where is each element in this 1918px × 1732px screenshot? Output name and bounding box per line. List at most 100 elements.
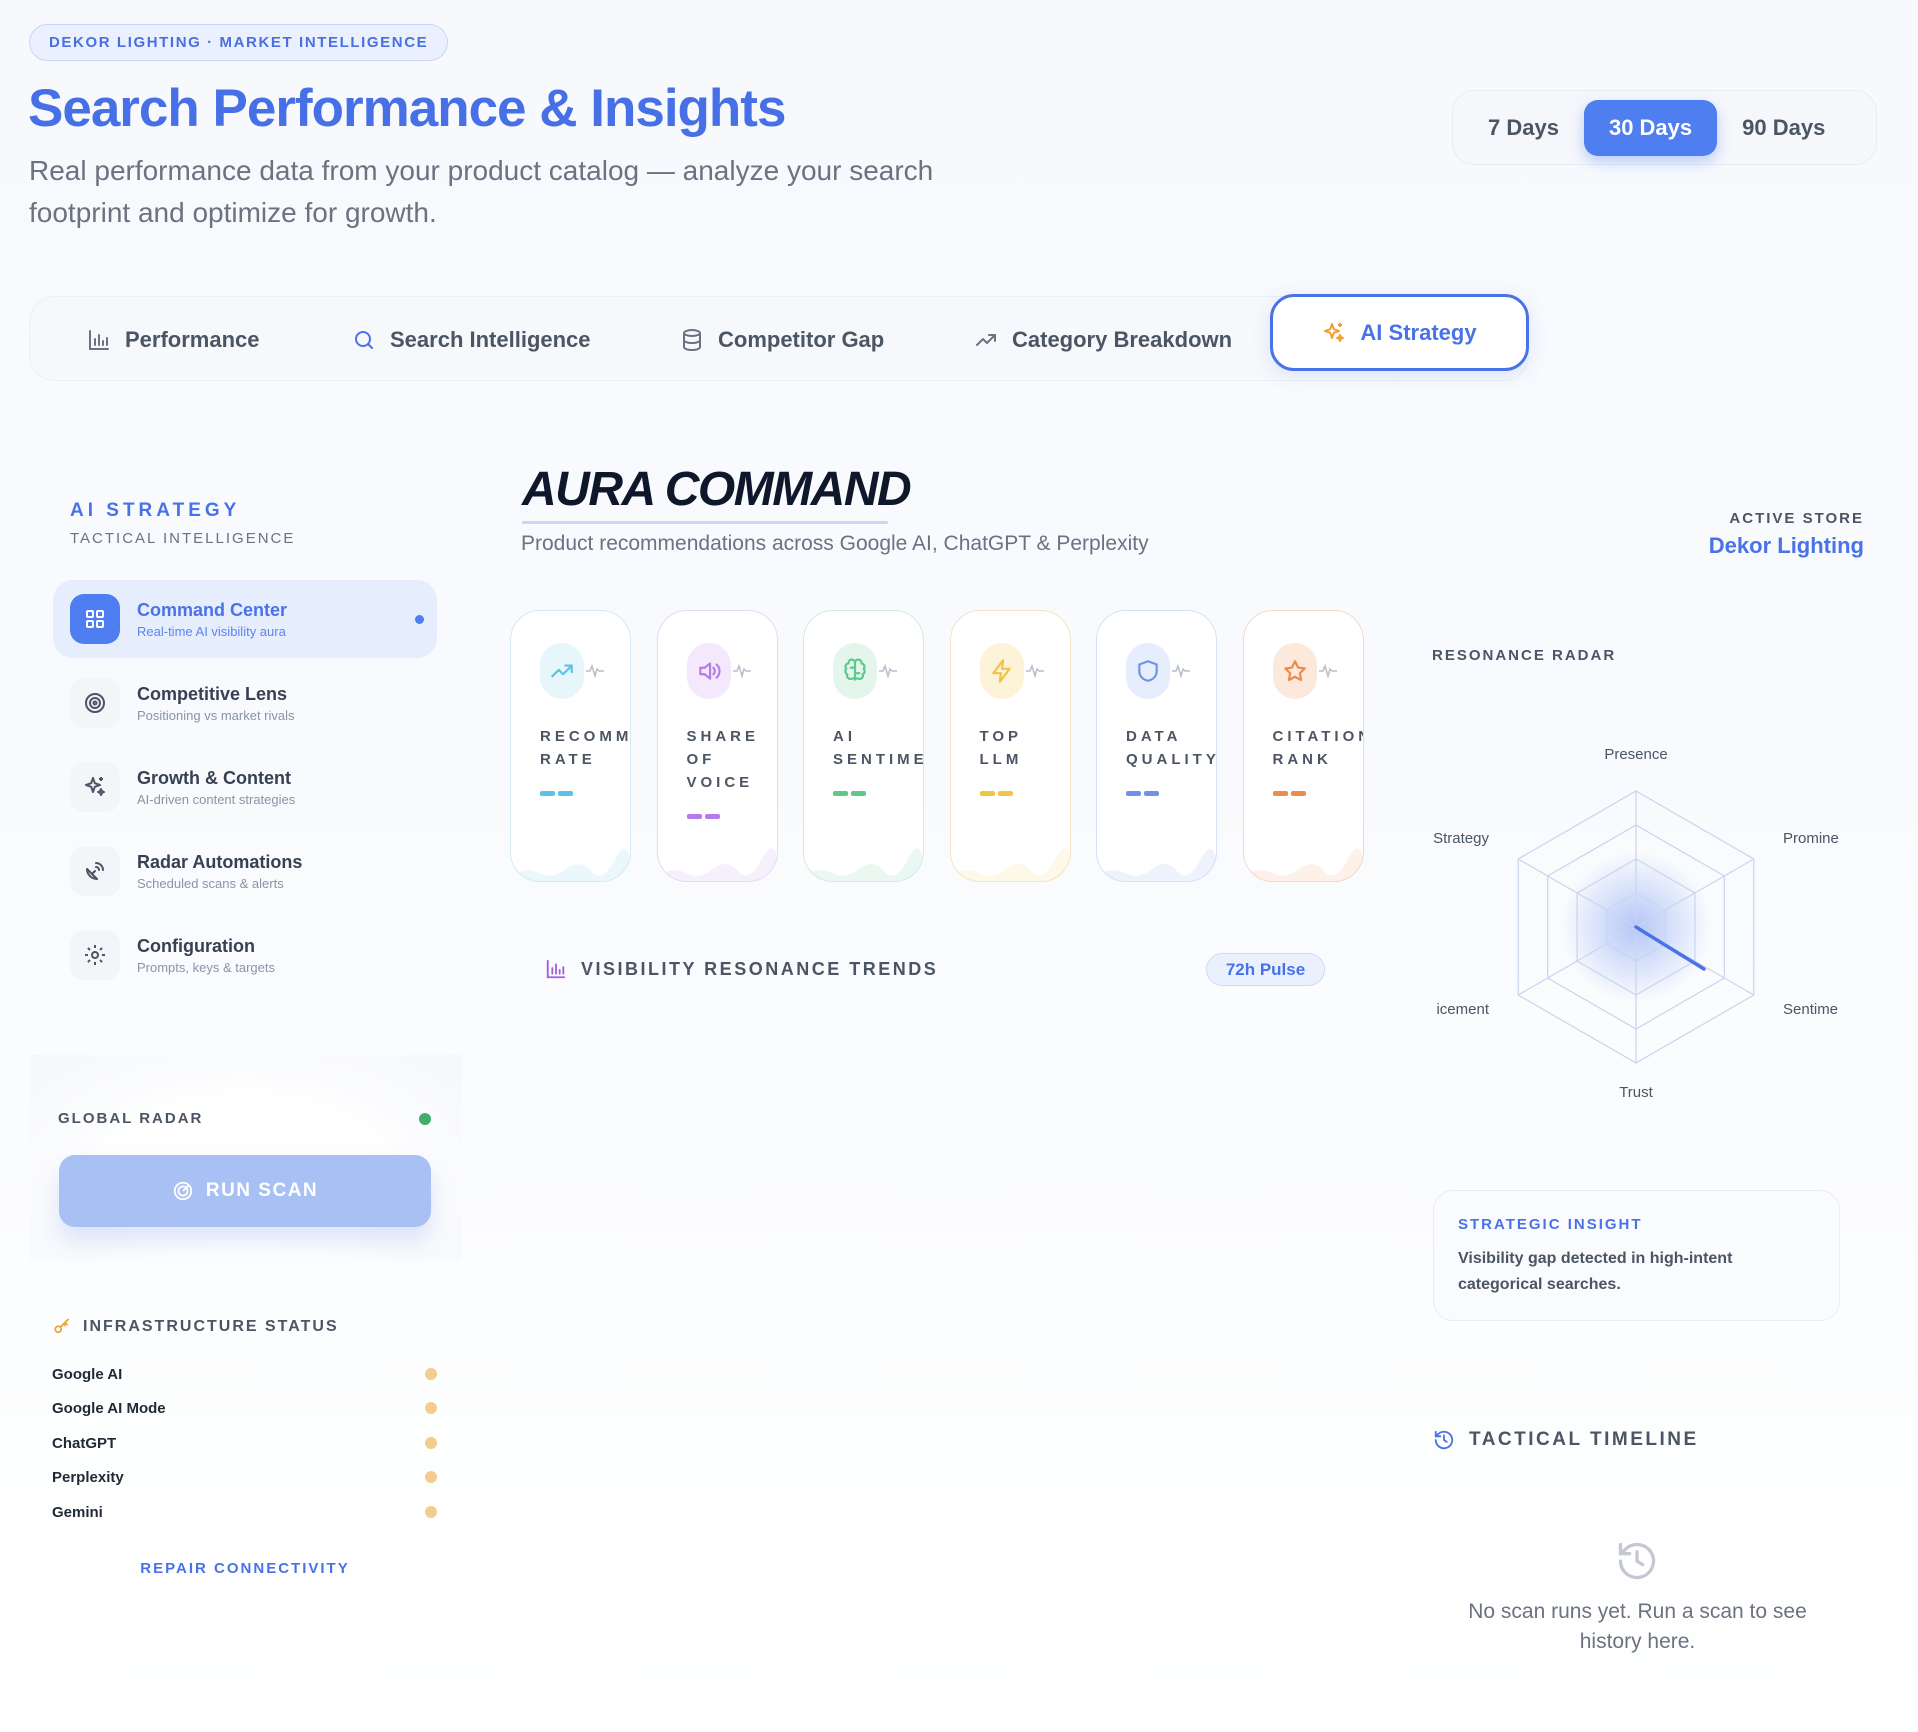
kpi-value bbox=[540, 783, 576, 796]
sidebar-item-growth-content[interactable]: Growth & Content AI-driven content strat… bbox=[53, 748, 437, 826]
range-30-days-button[interactable]: 30 Days bbox=[1583, 99, 1718, 156]
kpi-label: DATA QUALITY bbox=[1126, 728, 1217, 768]
visibility-trends-title: VISIBILITY RESONANCE TRENDS bbox=[545, 958, 938, 980]
range-90-days-button[interactable]: 90 Days bbox=[1717, 100, 1850, 156]
sidebar-item-command-center[interactable]: Command Center Real-time AI visibility a… bbox=[53, 580, 437, 658]
tactical-timeline-title: TACTICAL TIMELINE bbox=[1433, 1429, 1699, 1451]
infra-row-perplexity: Perplexity bbox=[52, 1467, 437, 1487]
global-radar-label: GLOBAL RADAR bbox=[58, 1110, 204, 1127]
sparkles-icon bbox=[1324, 322, 1345, 342]
brain-icon bbox=[844, 658, 866, 681]
tab-category-breakdown[interactable]: Category Breakdown bbox=[974, 297, 1232, 382]
shield-icon bbox=[1138, 660, 1158, 682]
trending-up-icon bbox=[976, 333, 996, 346]
trends-title-label: VISIBILITY RESONANCE TRENDS bbox=[581, 958, 939, 979]
trending-up-icon bbox=[551, 664, 573, 678]
pulse-icon bbox=[1172, 663, 1190, 679]
kpi-value bbox=[686, 806, 723, 819]
nav-description: Scheduled scans & alerts bbox=[137, 875, 284, 891]
sidebar-title: AI STRATEGY bbox=[70, 500, 241, 521]
tab-ai-strategy[interactable]: AI Strategy bbox=[1270, 294, 1529, 371]
kpi-label: TOP LLM bbox=[979, 728, 1023, 768]
kpi-icon-wrap bbox=[979, 643, 1024, 699]
kpi-card[interactable]: RECOMMI RATE bbox=[510, 610, 631, 882]
infra-row-gemini: Gemini bbox=[52, 1502, 437, 1522]
key-icon bbox=[54, 1318, 69, 1334]
active-store-name[interactable]: Dekor Lighting bbox=[1709, 533, 1864, 559]
tab-performance[interactable]: Performance bbox=[87, 297, 260, 382]
kpi-value bbox=[833, 783, 869, 796]
tab-label: Category Breakdown bbox=[1012, 326, 1233, 352]
tab-label: AI Strategy bbox=[1360, 319, 1477, 345]
sparkles-icon bbox=[70, 762, 120, 812]
database-icon bbox=[683, 328, 701, 351]
provider-name: ChatGPT bbox=[52, 1434, 117, 1452]
pulse-icon bbox=[1318, 663, 1337, 679]
insight-text: Visibility gap detected in high-intent c… bbox=[1458, 1250, 1733, 1293]
sidebar-item-radar-automations[interactable]: Radar Automations Scheduled scans & aler… bbox=[53, 832, 437, 910]
provider-name: Google AI bbox=[52, 1365, 123, 1383]
kpi-sparkline bbox=[657, 848, 777, 881]
gear-icon bbox=[70, 930, 120, 980]
range-7-days-button[interactable]: 7 Days bbox=[1463, 100, 1584, 156]
bar-chart-icon bbox=[546, 959, 566, 979]
lightning-icon bbox=[991, 659, 1011, 683]
provider-name: Perplexity bbox=[52, 1468, 124, 1486]
radar-status-dot bbox=[419, 1113, 431, 1125]
insight-title: STRATEGIC INSIGHT bbox=[1458, 1216, 1643, 1233]
provider-status-dot bbox=[425, 1471, 437, 1483]
sidebar-item-competitive-lens[interactable]: Competitive Lens Positioning vs market r… bbox=[53, 664, 437, 742]
pulse-badge: 72h Pulse bbox=[1206, 953, 1325, 986]
sidebar-item-configuration[interactable]: Configuration Prompts, keys & targets bbox=[53, 916, 437, 994]
tab-competitor-gap[interactable]: Competitor Gap bbox=[680, 297, 884, 382]
kpi-card[interactable]: SHARE OF VOICE bbox=[656, 610, 778, 882]
title-underline bbox=[522, 521, 888, 524]
history-icon bbox=[1618, 1542, 1656, 1580]
infra-row-google-ai-mode: Google AI Mode bbox=[52, 1398, 437, 1418]
kpi-sparkline bbox=[1243, 848, 1363, 881]
radar-axis-presence: Presence bbox=[1604, 746, 1667, 763]
kpi-card[interactable]: AI SENTIME bbox=[803, 610, 924, 882]
active-indicator bbox=[415, 615, 424, 624]
provider-name: Google AI Mode bbox=[52, 1399, 166, 1417]
pulse-icon bbox=[732, 663, 751, 679]
tab-search-intelligence[interactable]: Search Intelligence bbox=[352, 297, 591, 382]
kpi-sparkline bbox=[511, 848, 630, 881]
kpi-icon-wrap bbox=[686, 643, 731, 699]
tab-label: Search Intelligence bbox=[390, 326, 591, 352]
kpi-label: RECOMMI RATE bbox=[540, 728, 631, 768]
page-subtitle: Real performance data from your product … bbox=[29, 155, 934, 228]
resonance-radar-chart: Presence Promine Sentime Trust icement S… bbox=[1433, 746, 1839, 1101]
satellite-dish-icon bbox=[70, 846, 120, 896]
bar-chart-icon bbox=[89, 329, 109, 350]
kpi-sparkline bbox=[950, 848, 1070, 881]
aura-command-title: AURA COMMAND bbox=[522, 463, 912, 516]
nav-label: Radar Automations bbox=[137, 851, 303, 872]
kpi-card[interactable]: TOP LLM bbox=[949, 610, 1071, 882]
kpi-card[interactable]: DATA QUALITY bbox=[1096, 610, 1217, 882]
provider-status-dot bbox=[425, 1368, 437, 1380]
kpi-label: SHARE OF VOICE bbox=[686, 728, 760, 791]
timeline-title-label: TACTICAL TIMELINE bbox=[1469, 1429, 1699, 1450]
repair-connectivity-link[interactable]: REPAIR CONNECTIVITY bbox=[110, 1560, 380, 1577]
provider-status-dot bbox=[425, 1437, 437, 1449]
strategic-insight-card: STRATEGIC INSIGHT Visibility gap detecte… bbox=[1433, 1190, 1840, 1321]
infrastructure-title-label: INFRASTRUCTURE STATUS bbox=[83, 1318, 339, 1335]
page-title: Search Performance & Insights bbox=[28, 79, 786, 138]
provider-status-dot bbox=[425, 1402, 437, 1414]
resonance-radar-title: RESONANCE RADAR bbox=[1432, 647, 1617, 664]
main-tabs: Performance Search Intelligence Competit… bbox=[29, 294, 1529, 382]
kpi-value bbox=[979, 783, 1016, 796]
nav-label: Command Center bbox=[137, 599, 288, 620]
kpi-icon-wrap bbox=[1272, 643, 1317, 699]
radar-axis-trust: Trust bbox=[1619, 1084, 1653, 1101]
active-store-label: ACTIVE STORE bbox=[1729, 510, 1864, 527]
kpi-card[interactable]: CITATION RANK bbox=[1242, 610, 1364, 882]
nav-description: Positioning vs market rivals bbox=[137, 707, 295, 723]
kpi-value bbox=[1126, 783, 1162, 796]
search-icon bbox=[355, 330, 373, 349]
run-scan-button[interactable]: RUN SCAN bbox=[59, 1155, 431, 1227]
kpi-label: AI SENTIME bbox=[833, 728, 924, 768]
radar-axis-strategy: Strategy bbox=[1433, 830, 1489, 847]
pulse-icon bbox=[586, 663, 604, 679]
